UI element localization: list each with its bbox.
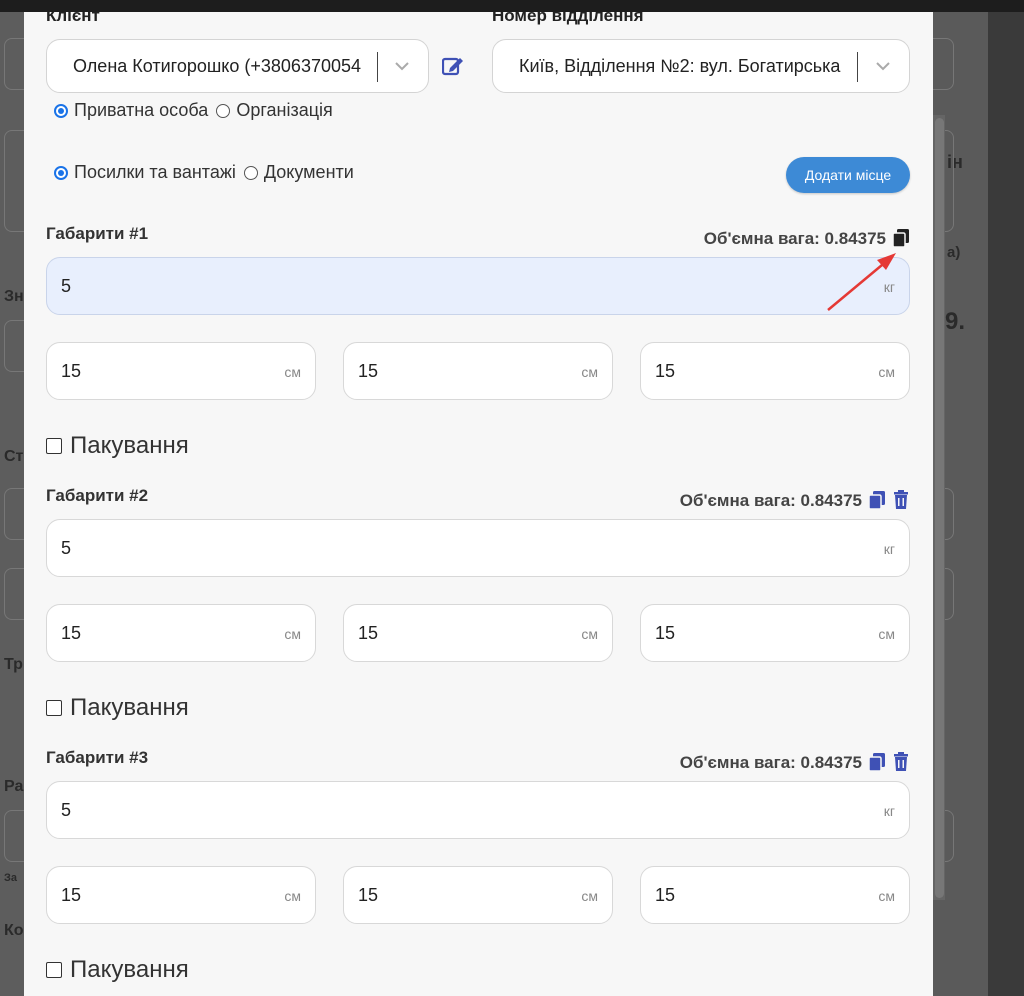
background-right-panel xyxy=(988,12,1024,996)
weight-input[interactable]: 5 кг xyxy=(46,781,910,839)
packing-checkbox[interactable] xyxy=(46,700,62,716)
branch-select-value: Київ, Відділення №2: вул. Богатирська xyxy=(519,56,841,76)
background-text: Ст xyxy=(4,448,24,465)
client-select[interactable]: Олена Котигорошко (+3806370054 xyxy=(46,39,429,93)
packing-label: Пакування xyxy=(70,432,189,459)
length-input[interactable]: 15 см xyxy=(46,342,316,400)
radio-organization[interactable] xyxy=(216,103,231,118)
chevron-down-icon[interactable] xyxy=(392,56,412,76)
packing-checkbox[interactable] xyxy=(46,962,62,978)
packing-label: Пакування xyxy=(70,694,189,721)
background-top-bar xyxy=(0,0,1024,12)
radio-documents[interactable] xyxy=(243,165,258,180)
length-value: 15 xyxy=(61,361,82,381)
background-field xyxy=(933,38,954,90)
width-input[interactable]: 15 см xyxy=(343,342,613,400)
background-text: a) xyxy=(947,244,961,261)
weight-input-value: 5 xyxy=(61,538,72,558)
weight-unit: кг xyxy=(883,803,895,819)
height-value: 15 xyxy=(655,361,676,381)
background-field xyxy=(4,488,24,540)
height-input[interactable]: 15 см xyxy=(640,604,910,662)
unit-label: см xyxy=(581,888,598,904)
background-text: 9. xyxy=(945,308,966,335)
width-input[interactable]: 15 см xyxy=(343,866,613,924)
dimensions-title: Габарити #3 xyxy=(46,748,149,767)
unit-label: см xyxy=(284,626,301,642)
edit-icon[interactable] xyxy=(442,56,464,76)
weight-input[interactable]: 5 кг xyxy=(46,519,910,577)
unit-label: см xyxy=(878,364,895,380)
radio-label: Документи xyxy=(263,162,354,182)
radio-label: Посилки та вантажі xyxy=(74,162,236,182)
dimensions-title: Габарити #2 xyxy=(46,486,149,505)
background-text: Тр xyxy=(4,656,23,673)
background-text: Зн xyxy=(4,288,24,305)
branch-select[interactable]: Київ, Відділення №2: вул. Богатирська xyxy=(492,39,910,93)
unit-label: см xyxy=(581,364,598,380)
background-text: Ко xyxy=(4,922,24,939)
background-text: За xyxy=(4,872,18,884)
packing-checkbox-row: Пакування xyxy=(46,694,189,722)
select-separator xyxy=(377,52,378,82)
annotation-arrow xyxy=(827,253,896,311)
volumetric-weight: Об'ємна вага: 0.84375 xyxy=(679,491,862,510)
weight-input-value: 5 xyxy=(61,276,72,296)
dimensions-title: Габарити #1 xyxy=(46,224,149,243)
copy-icon[interactable] xyxy=(868,490,886,510)
packing-checkbox[interactable] xyxy=(46,438,62,454)
width-input[interactable]: 15 см xyxy=(343,604,613,662)
chevron-down-icon[interactable] xyxy=(873,56,893,76)
packing-label: Пакування xyxy=(70,956,189,983)
height-value: 15 xyxy=(655,623,676,643)
length-input[interactable]: 15 см xyxy=(46,604,316,662)
width-value: 15 xyxy=(358,885,379,905)
unit-label: см xyxy=(284,364,301,380)
background-left-edge: Зн Ст Тр Ра За Ко xyxy=(0,12,24,996)
background-field xyxy=(4,130,24,232)
background-field xyxy=(4,38,24,90)
length-value: 15 xyxy=(61,885,82,905)
shipment-modal: Клієнт Номер відділення Олена Котигорошк… xyxy=(24,12,933,996)
length-value: 15 xyxy=(61,623,82,643)
background-field xyxy=(4,320,24,372)
radio-parcels[interactable] xyxy=(54,165,68,180)
unit-label: см xyxy=(878,626,895,642)
trash-icon[interactable] xyxy=(892,490,910,510)
radio-label: Організація xyxy=(236,100,333,120)
unit-label: см xyxy=(284,888,301,904)
length-input[interactable]: 15 см xyxy=(46,866,316,924)
branch-label: Номер відділення xyxy=(492,12,644,25)
background-field xyxy=(4,568,24,620)
height-value: 15 xyxy=(655,885,676,905)
unit-label: см xyxy=(878,888,895,904)
client-label: Клієнт xyxy=(46,12,100,25)
weight-unit: кг xyxy=(883,541,895,557)
radio-label: Приватна особа xyxy=(74,100,209,120)
trash-icon[interactable] xyxy=(892,752,910,772)
select-separator xyxy=(857,52,858,82)
weight-input[interactable]: 5 кг xyxy=(46,257,910,315)
client-select-value: Олена Котигорошко (+3806370054 xyxy=(73,56,362,76)
add-place-button[interactable]: Додати місце xyxy=(786,157,910,193)
width-value: 15 xyxy=(358,623,379,643)
packing-checkbox-row: Пакування xyxy=(46,956,189,984)
volumetric-weight: Об'ємна вага: 0.84375 xyxy=(679,753,862,772)
radio-private-person[interactable] xyxy=(54,103,68,118)
height-input[interactable]: 15 см xyxy=(640,866,910,924)
packing-checkbox-row: Пакування xyxy=(46,432,189,460)
client-type-group: Приватна особа Організація xyxy=(54,100,333,121)
shipment-type-group: Посилки та вантажі Документи xyxy=(54,162,354,183)
weight-input-value: 5 xyxy=(61,800,72,820)
scrollbar-thumb[interactable] xyxy=(935,118,944,898)
background-field xyxy=(4,810,24,862)
copy-icon[interactable] xyxy=(868,752,886,772)
width-value: 15 xyxy=(358,361,379,381)
height-input[interactable]: 15 см xyxy=(640,342,910,400)
unit-label: см xyxy=(581,626,598,642)
background-text: Ра xyxy=(4,778,24,795)
